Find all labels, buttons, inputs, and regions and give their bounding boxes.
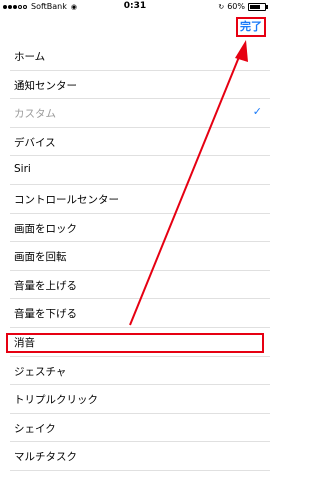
menu-list: ホーム 通知センター カスタム ✓ デバイス Siri コントロールセンター 画面… (0, 42, 270, 471)
done-button[interactable]: 完了 (236, 17, 266, 37)
menu-item-volume-down[interactable]: 音量を下げる (10, 299, 270, 328)
menu-item-multitask[interactable]: マルチタスク (10, 442, 270, 471)
menu-item-label: 画面をロック (14, 222, 77, 235)
menu-item-label: 音量を上げる (14, 279, 77, 292)
menu-item-gesture[interactable]: ジェスチャ (10, 357, 270, 386)
menu-item-label: カスタム (14, 108, 56, 121)
status-right: ↻ 60% (218, 2, 268, 11)
status-bar: SoftBank ◉ 0:31 ↻ 60% (0, 0, 270, 14)
menu-item-label: ジェスチャ (14, 365, 67, 378)
menu-item-label: マルチタスク (14, 451, 77, 464)
menu-item-device[interactable]: デバイス (10, 128, 270, 157)
menu-item-lock-screen[interactable]: 画面をロック (10, 214, 270, 243)
menu-item-label: 画面を回転 (14, 251, 67, 264)
menu-item-label: 通知センター (14, 79, 77, 92)
menu-item-home[interactable]: ホーム (10, 42, 270, 71)
menu-item-custom[interactable]: カスタム ✓ (10, 99, 270, 128)
menu-item-label: シェイク (14, 422, 56, 435)
orientation-lock-icon: ↻ (218, 2, 225, 11)
battery-icon (248, 2, 268, 11)
mute-highlight-box (6, 333, 264, 353)
menu-item-label: デバイス (14, 136, 56, 149)
menu-item-siri[interactable]: Siri (10, 156, 270, 185)
menu-item-volume-up[interactable]: 音量を上げる (10, 271, 270, 300)
menu-item-label: トリプルクリック (14, 394, 98, 407)
navigation-bar: 完了 (0, 14, 270, 40)
battery-percent: 60% (227, 2, 245, 11)
menu-item-shake[interactable]: シェイク (10, 414, 270, 443)
menu-item-label: 音量を下げる (14, 308, 77, 321)
menu-item-triple-click[interactable]: トリプルクリック (10, 385, 270, 414)
checkmark-icon: ✓ (252, 105, 262, 119)
menu-item-rotate-screen[interactable]: 画面を回転 (10, 242, 270, 271)
menu-item-notification-center[interactable]: 通知センター (10, 71, 270, 100)
menu-item-label: ホーム (14, 51, 46, 63)
menu-item-control-center[interactable]: コントロールセンター (10, 185, 270, 214)
menu-item-label: Siri (14, 163, 31, 176)
menu-item-label: コントロールセンター (14, 193, 119, 206)
